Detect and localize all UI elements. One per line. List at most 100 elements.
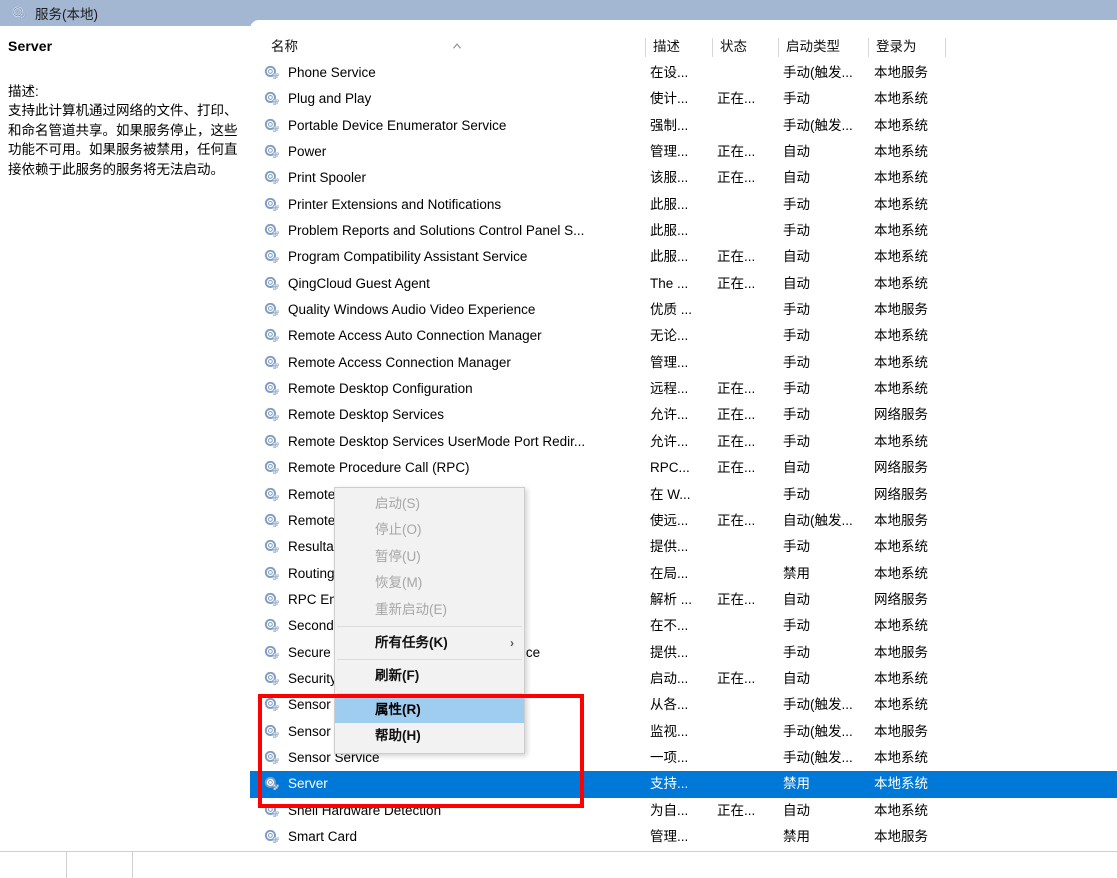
cell-service-name: Remote Access Connection Manager — [264, 350, 646, 376]
menu-separator — [337, 626, 522, 627]
cell-status: 正在... — [717, 587, 779, 613]
cell-logon-as: 本地服务 — [874, 297, 974, 323]
cell-service-name: Remote Desktop Services UserMode Port Re… — [264, 429, 646, 455]
cell-logon-as: 网络服务 — [874, 482, 974, 508]
cell-status: 正在... — [717, 376, 779, 402]
cell-logon-as: 本地系统 — [874, 244, 974, 270]
sort-ascending-icon — [451, 39, 463, 49]
menu-separator — [337, 693, 522, 694]
services-gear-icon — [12, 6, 27, 21]
table-row[interactable]: Remote Access Connection Manager管理...手动本… — [250, 350, 1117, 376]
table-row[interactable]: Phone Service在设...手动(触发...本地服务 — [250, 60, 1117, 86]
table-row[interactable]: Program Compatibility Assistant Service此… — [250, 244, 1117, 270]
cell-startup-type: 自动 — [783, 666, 875, 692]
table-row[interactable]: Printer Extensions and Notifications此服..… — [250, 192, 1117, 218]
context-menu-item[interactable]: 所有任务(K)› — [335, 630, 524, 656]
table-row[interactable]: Remote Desktop Services UserMode Port Re… — [250, 429, 1117, 455]
cell-description: 在设... — [650, 60, 712, 86]
table-row[interactable]: Power管理...正在...自动本地系统 — [250, 139, 1117, 165]
cell-status: 正在... — [717, 508, 779, 534]
cell-description: 该服... — [650, 165, 712, 191]
cell-status — [717, 482, 779, 508]
cell-status — [717, 613, 779, 639]
cell-logon-as: 本地系统 — [874, 86, 974, 112]
header-divider[interactable] — [945, 38, 946, 57]
cell-logon-as: 网络服务 — [874, 587, 974, 613]
cell-status: 正在... — [717, 402, 779, 428]
cell-description: 解析 ... — [650, 587, 712, 613]
cell-status: 正在... — [717, 244, 779, 270]
table-row[interactable]: Portable Device Enumerator Service强制...手… — [250, 113, 1117, 139]
cell-logon-as: 本地服务 — [874, 60, 974, 86]
cell-service-name: QingCloud Guest Agent — [264, 271, 646, 297]
table-row[interactable]: Remote Access Auto Connection Manager无论.… — [250, 323, 1117, 349]
cell-service-name: Print Spooler — [264, 165, 646, 191]
table-row[interactable]: Print Spooler该服...正在...自动本地系统 — [250, 165, 1117, 191]
cell-description: 在 W... — [650, 482, 712, 508]
cell-status — [717, 350, 779, 376]
cell-service-name: Phone Service — [264, 60, 646, 86]
column-header-logon[interactable]: 登录为 — [869, 34, 945, 60]
cell-service-name: Quality Windows Audio Video Experience — [264, 297, 646, 323]
table-row[interactable]: QingCloud Guest AgentThe ...正在...自动本地系统 — [250, 271, 1117, 297]
cell-logon-as: 本地系统 — [874, 771, 974, 797]
cell-service-name: Remote Desktop Configuration — [264, 376, 646, 402]
cell-startup-type: 手动 — [783, 350, 875, 376]
cell-logon-as: 本地系统 — [874, 376, 974, 402]
cell-startup-type: 手动 — [783, 429, 875, 455]
table-row[interactable]: Remote Desktop Services允许...正在...手动网络服务 — [250, 402, 1117, 428]
table-row[interactable]: Shell Hardware Detection为自...正在...自动本地系统 — [250, 798, 1117, 824]
cell-description: 管理... — [650, 139, 712, 165]
cell-logon-as: 本地系统 — [874, 350, 974, 376]
column-header-state[interactable]: 状态 — [713, 34, 778, 60]
cell-description: 优质 ... — [650, 297, 712, 323]
column-header-startup[interactable]: 启动类型 — [779, 34, 868, 60]
cell-description: 使远... — [650, 508, 712, 534]
cell-logon-as: 本地系统 — [874, 192, 974, 218]
cell-description: 提供... — [650, 534, 712, 560]
cell-status: 正在... — [717, 165, 779, 191]
table-row[interactable]: Smart Card管理...禁用本地服务 — [250, 824, 1117, 850]
cell-startup-type: 手动 — [783, 192, 875, 218]
cell-status — [717, 719, 779, 745]
context-menu-item[interactable]: 帮助(H) — [335, 723, 524, 749]
context-menu-item: 暂停(U) — [335, 544, 524, 570]
cell-status — [717, 192, 779, 218]
cell-service-name: Remote Desktop Services — [264, 402, 646, 428]
cell-startup-type: 禁用 — [783, 561, 875, 587]
cell-logon-as: 本地系统 — [874, 666, 974, 692]
context-menu-item: 启动(S) — [335, 491, 524, 517]
console-tab-label: 服务(本地) — [35, 3, 98, 23]
console-tab-services-local[interactable]: 服务(本地) — [0, 0, 250, 26]
cell-description: 启动... — [650, 666, 712, 692]
cell-service-name: Shell Hardware Detection — [264, 798, 646, 824]
table-row[interactable]: Problem Reports and Solutions Control Pa… — [250, 218, 1117, 244]
cell-description: 从各... — [650, 692, 712, 718]
table-row[interactable]: Remote Desktop Configuration远程...正在...手动… — [250, 376, 1117, 402]
cell-logon-as: 本地系统 — [874, 534, 974, 560]
column-header-desc[interactable]: 描述 — [646, 34, 712, 60]
cell-description: 提供... — [650, 640, 712, 666]
cell-status: 正在... — [717, 455, 779, 481]
table-row[interactable]: Plug and Play使计...正在...手动本地系统 — [250, 86, 1117, 112]
cell-description: 使计... — [650, 86, 712, 112]
cell-startup-type: 手动(触发... — [783, 113, 875, 139]
cell-startup-type: 手动(触发... — [783, 719, 875, 745]
cell-logon-as: 本地系统 — [874, 561, 974, 587]
context-menu-item[interactable]: 刷新(F) — [335, 663, 524, 689]
table-row[interactable]: Remote Procedure Call (RPC)RPC...正在...自动… — [250, 455, 1117, 481]
cell-status — [717, 218, 779, 244]
status-bar-divider — [66, 852, 67, 878]
cell-description: 远程... — [650, 376, 712, 402]
table-row[interactable]: Quality Windows Audio Video Experience优质… — [250, 297, 1117, 323]
cell-status: 正在... — [717, 798, 779, 824]
table-row-selected[interactable]: Server支持...禁用本地系统 — [250, 771, 1117, 797]
context-menu-item[interactable]: 属性(R) — [335, 697, 524, 723]
cell-logon-as: 本地系统 — [874, 271, 974, 297]
service-context-menu[interactable]: 启动(S)停止(O)暂停(U)恢复(M)重新启动(E)所有任务(K)›刷新(F)… — [334, 487, 525, 754]
status-bar-divider — [132, 852, 133, 878]
cell-description: 管理... — [650, 824, 712, 850]
cell-status — [717, 692, 779, 718]
cell-startup-type: 手动(触发... — [783, 692, 875, 718]
cell-status: 正在... — [717, 86, 779, 112]
